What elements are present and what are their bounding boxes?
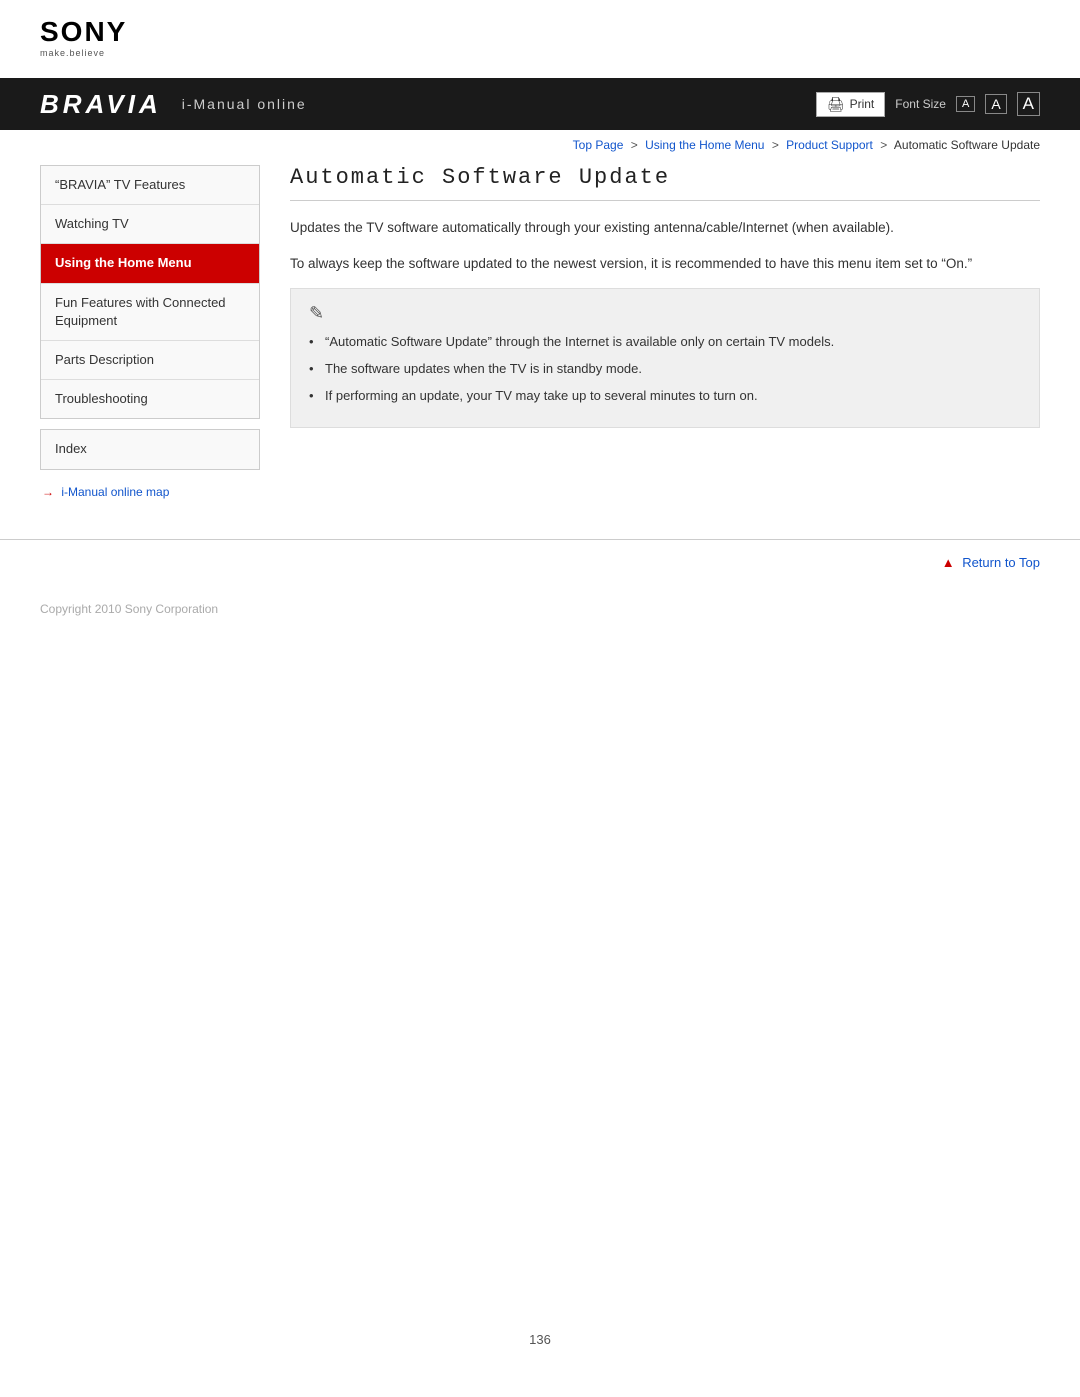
font-large-button[interactable]: A bbox=[1017, 92, 1040, 116]
breadcrumb: Top Page > Using the Home Menu > Product… bbox=[0, 130, 1080, 160]
bravia-logo: BRAVIA bbox=[40, 89, 162, 120]
content-area: Automatic Software Update Updates the TV… bbox=[280, 165, 1040, 499]
note-item-2: The software updates when the TV is in s… bbox=[309, 359, 1021, 380]
sony-tagline: make.believe bbox=[40, 48, 105, 58]
breadcrumb-sep-2: > bbox=[772, 138, 779, 152]
font-small-button[interactable]: A bbox=[956, 96, 975, 112]
page-number: 136 bbox=[0, 1322, 1080, 1357]
sidebar-item-bravia-features[interactable]: “BRAVIA” TV Features bbox=[41, 166, 259, 205]
note-list: “Automatic Software Update” through the … bbox=[309, 332, 1021, 406]
font-size-label: Font Size bbox=[895, 97, 946, 111]
print-label: Print bbox=[850, 97, 875, 111]
breadcrumb-product-support[interactable]: Product Support bbox=[786, 138, 873, 152]
sidebar-item-troubleshooting[interactable]: Troubleshooting bbox=[41, 380, 259, 418]
return-to-top-label: Return to Top bbox=[962, 555, 1040, 570]
triangle-up-icon: ▲ bbox=[942, 555, 955, 570]
content-para-1: Updates the TV software automatically th… bbox=[290, 217, 1040, 239]
sony-logo: SONY make.believe bbox=[40, 18, 1040, 58]
sidebar-item-index[interactable]: Index bbox=[41, 430, 259, 468]
breadcrumb-using-home[interactable]: Using the Home Menu bbox=[645, 138, 764, 152]
font-medium-button[interactable]: A bbox=[985, 94, 1006, 114]
sony-brand-text: SONY bbox=[40, 18, 127, 46]
banner-subtitle: i-Manual online bbox=[182, 96, 307, 112]
return-to-top-bar: ▲ Return to Top bbox=[0, 539, 1080, 586]
logo-area: SONY make.believe bbox=[0, 0, 1080, 68]
breadcrumb-sep-3: > bbox=[880, 138, 887, 152]
sidebar-item-watching-tv[interactable]: Watching TV bbox=[41, 205, 259, 244]
sidebar-map-link: → i-Manual online map bbox=[40, 485, 260, 499]
print-icon: 🖨 bbox=[827, 96, 845, 113]
sidebar-item-parts-description[interactable]: Parts Description bbox=[41, 341, 259, 380]
note-icon: ✎ bbox=[309, 303, 1021, 324]
imanual-map-link[interactable]: i-Manual online map bbox=[61, 485, 169, 499]
footer: Copyright 2010 Sony Corporation bbox=[0, 586, 1080, 632]
page-title: Automatic Software Update bbox=[290, 165, 1040, 201]
banner-left: BRAVIA i-Manual online bbox=[40, 89, 307, 120]
sidebar: “BRAVIA” TV Features Watching TV Using t… bbox=[40, 165, 260, 499]
map-link-arrow: → bbox=[42, 485, 54, 499]
breadcrumb-current: Automatic Software Update bbox=[894, 138, 1040, 152]
copyright-text: Copyright 2010 Sony Corporation bbox=[40, 602, 218, 616]
breadcrumb-top-page[interactable]: Top Page bbox=[573, 138, 624, 152]
sidebar-index: Index bbox=[40, 429, 260, 469]
return-to-top-link[interactable]: ▲ Return to Top bbox=[942, 555, 1040, 570]
content-para-2: To always keep the software updated to t… bbox=[290, 253, 1040, 275]
banner-right: 🖨 Print Font Size A A A bbox=[816, 92, 1040, 117]
bravia-banner: BRAVIA i-Manual online 🖨 Print Font Size… bbox=[0, 78, 1080, 130]
note-item-1: “Automatic Software Update” through the … bbox=[309, 332, 1021, 353]
breadcrumb-sep-1: > bbox=[631, 138, 638, 152]
note-item-3: If performing an update, your TV may tak… bbox=[309, 386, 1021, 407]
sidebar-nav: “BRAVIA” TV Features Watching TV Using t… bbox=[40, 165, 260, 419]
note-box: ✎ “Automatic Software Update” through th… bbox=[290, 288, 1040, 427]
sidebar-item-using-home-menu[interactable]: Using the Home Menu bbox=[41, 244, 259, 283]
main-layout: “BRAVIA” TV Features Watching TV Using t… bbox=[0, 165, 1080, 499]
sidebar-item-fun-features[interactable]: Fun Features with Connected Equipment bbox=[41, 284, 259, 341]
print-button[interactable]: 🖨 Print bbox=[816, 92, 885, 117]
